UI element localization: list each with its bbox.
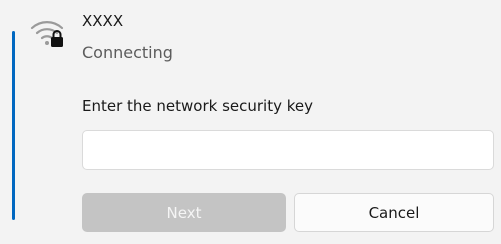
network-status: Connecting xyxy=(82,43,173,62)
wifi-secured-icon xyxy=(30,21,64,47)
cancel-button[interactable]: Cancel xyxy=(294,193,494,232)
next-button[interactable]: Next xyxy=(82,193,286,232)
security-key-input[interactable] xyxy=(82,130,494,170)
wifi-connect-panel: XXXX Connecting Enter the network securi… xyxy=(0,0,501,244)
selection-accent-bar xyxy=(12,31,15,220)
network-name: XXXX xyxy=(82,12,124,30)
security-key-label: Enter the network security key xyxy=(82,97,314,115)
